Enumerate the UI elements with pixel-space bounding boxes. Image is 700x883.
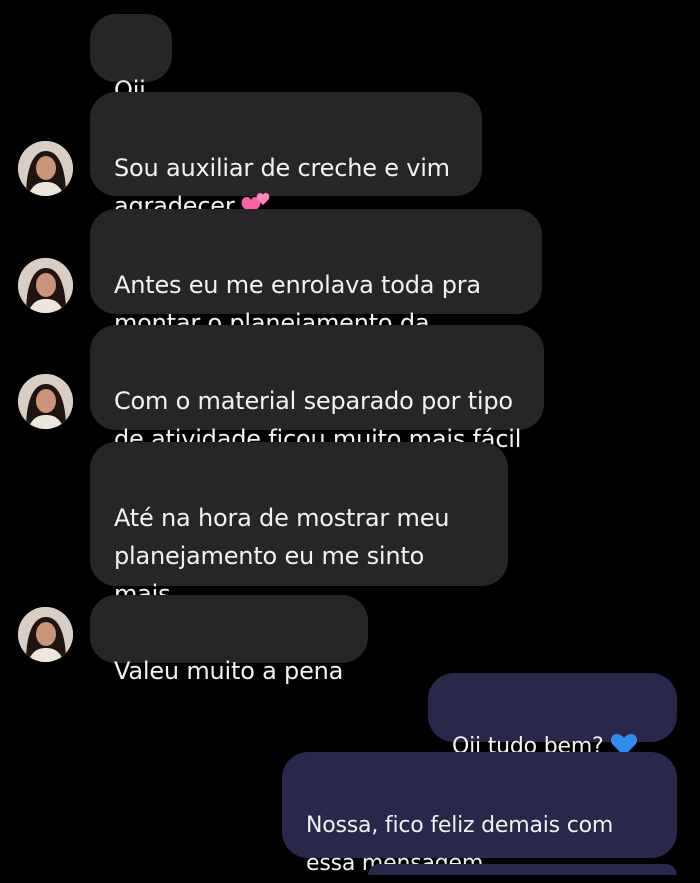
message-bubble-incoming[interactable]: Até na hora de mostrar meu planejamento …	[90, 442, 508, 646]
message-bubble-incoming[interactable]: Antes eu me enrolava toda pra montar o p…	[90, 209, 542, 375]
contact-photo	[18, 374, 73, 429]
avatar[interactable]	[18, 374, 73, 429]
avatar[interactable]	[18, 607, 73, 662]
avatar[interactable]	[18, 258, 73, 313]
message-text: Valeu muito a pena	[114, 657, 344, 685]
message-bubble-outgoing-partial[interactable]	[368, 864, 677, 875]
contact-photo	[18, 141, 73, 196]
message-bubble-incoming[interactable]: Sou auxiliar de creche e vim agradecer	[90, 92, 482, 220]
avatar[interactable]	[18, 141, 73, 196]
message-bubble-outgoing[interactable]: Nossa, fico feliz demais com essa mensag…	[282, 752, 677, 876]
contact-photo	[18, 607, 73, 662]
contact-photo	[18, 258, 73, 313]
message-bubble-outgoing[interactable]: Oii tudo bem?	[428, 673, 677, 759]
message-bubble-incoming[interactable]: Com o material separado por tipo de ativ…	[90, 325, 544, 453]
message-bubble-incoming[interactable]: Valeu muito a pena	[90, 595, 368, 685]
message-bubble-incoming[interactable]: Oii	[90, 14, 172, 104]
